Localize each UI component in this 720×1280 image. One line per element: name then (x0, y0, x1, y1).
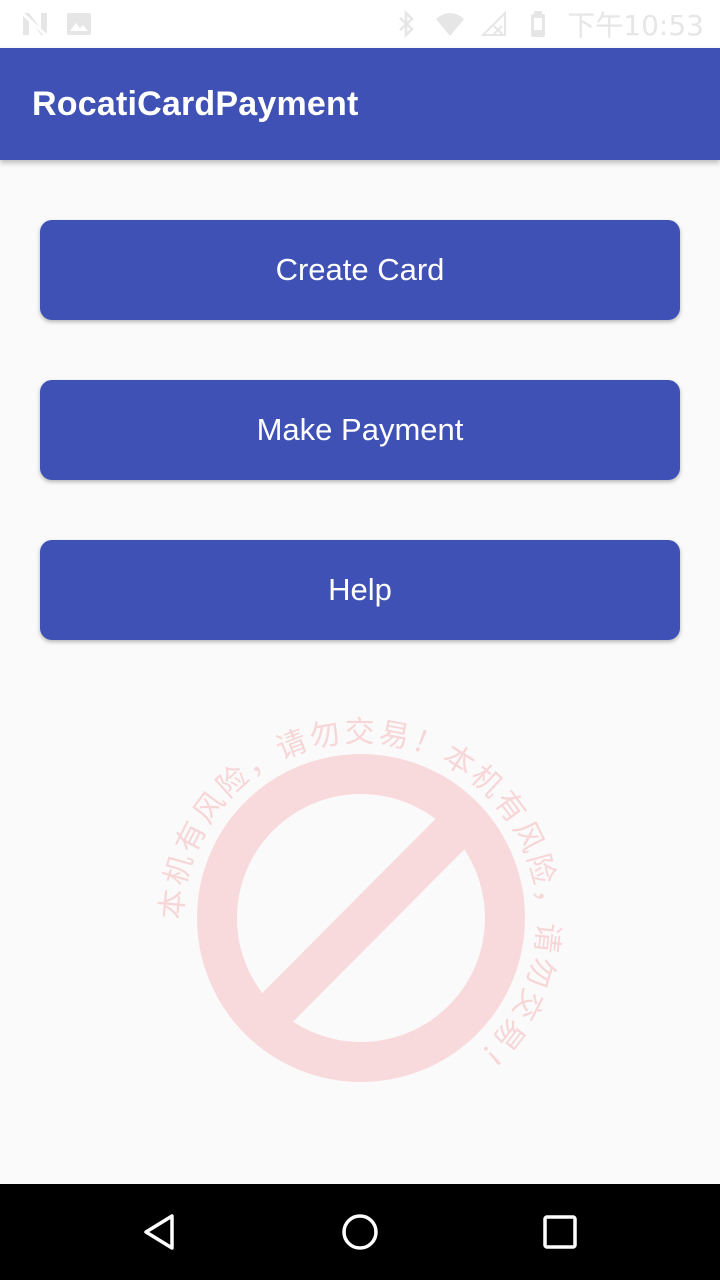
no-signal-icon (480, 10, 507, 36)
create-card-button[interactable]: Create Card (40, 220, 680, 320)
wifi-icon (436, 13, 465, 36)
status-time: 下午10:53 (567, 9, 704, 42)
help-button[interactable]: Help (40, 540, 680, 640)
status-right: 下午10:53 (391, 4, 704, 44)
app-bar: RocatiCardPayment (0, 48, 720, 160)
status-bar: 下午10:53 (0, 0, 720, 48)
navigation-bar (0, 1184, 720, 1280)
recents-icon[interactable] (536, 1208, 584, 1256)
make-payment-button[interactable]: Make Payment (40, 380, 680, 480)
status-left (20, 9, 94, 39)
svg-text:本机有风险，请勿交易！本机有风险，请勿交易！: 本机有风险，请勿交易！本机有风险，请勿交易！ (154, 715, 565, 1084)
prohibited-icon: 本机有风险，请勿交易！本机有风险，请勿交易！ (154, 715, 565, 1084)
image-icon (67, 13, 91, 35)
no-sim-icon (20, 11, 50, 39)
back-icon[interactable] (136, 1208, 184, 1256)
screen: 下午10:53 RocatiCardPayment Create Card Ma… (0, 0, 720, 1280)
home-icon[interactable] (336, 1208, 384, 1256)
battery-icon (531, 11, 546, 37)
bluetooth-icon (399, 9, 415, 39)
app-title: RocatiCardPayment (32, 84, 359, 123)
